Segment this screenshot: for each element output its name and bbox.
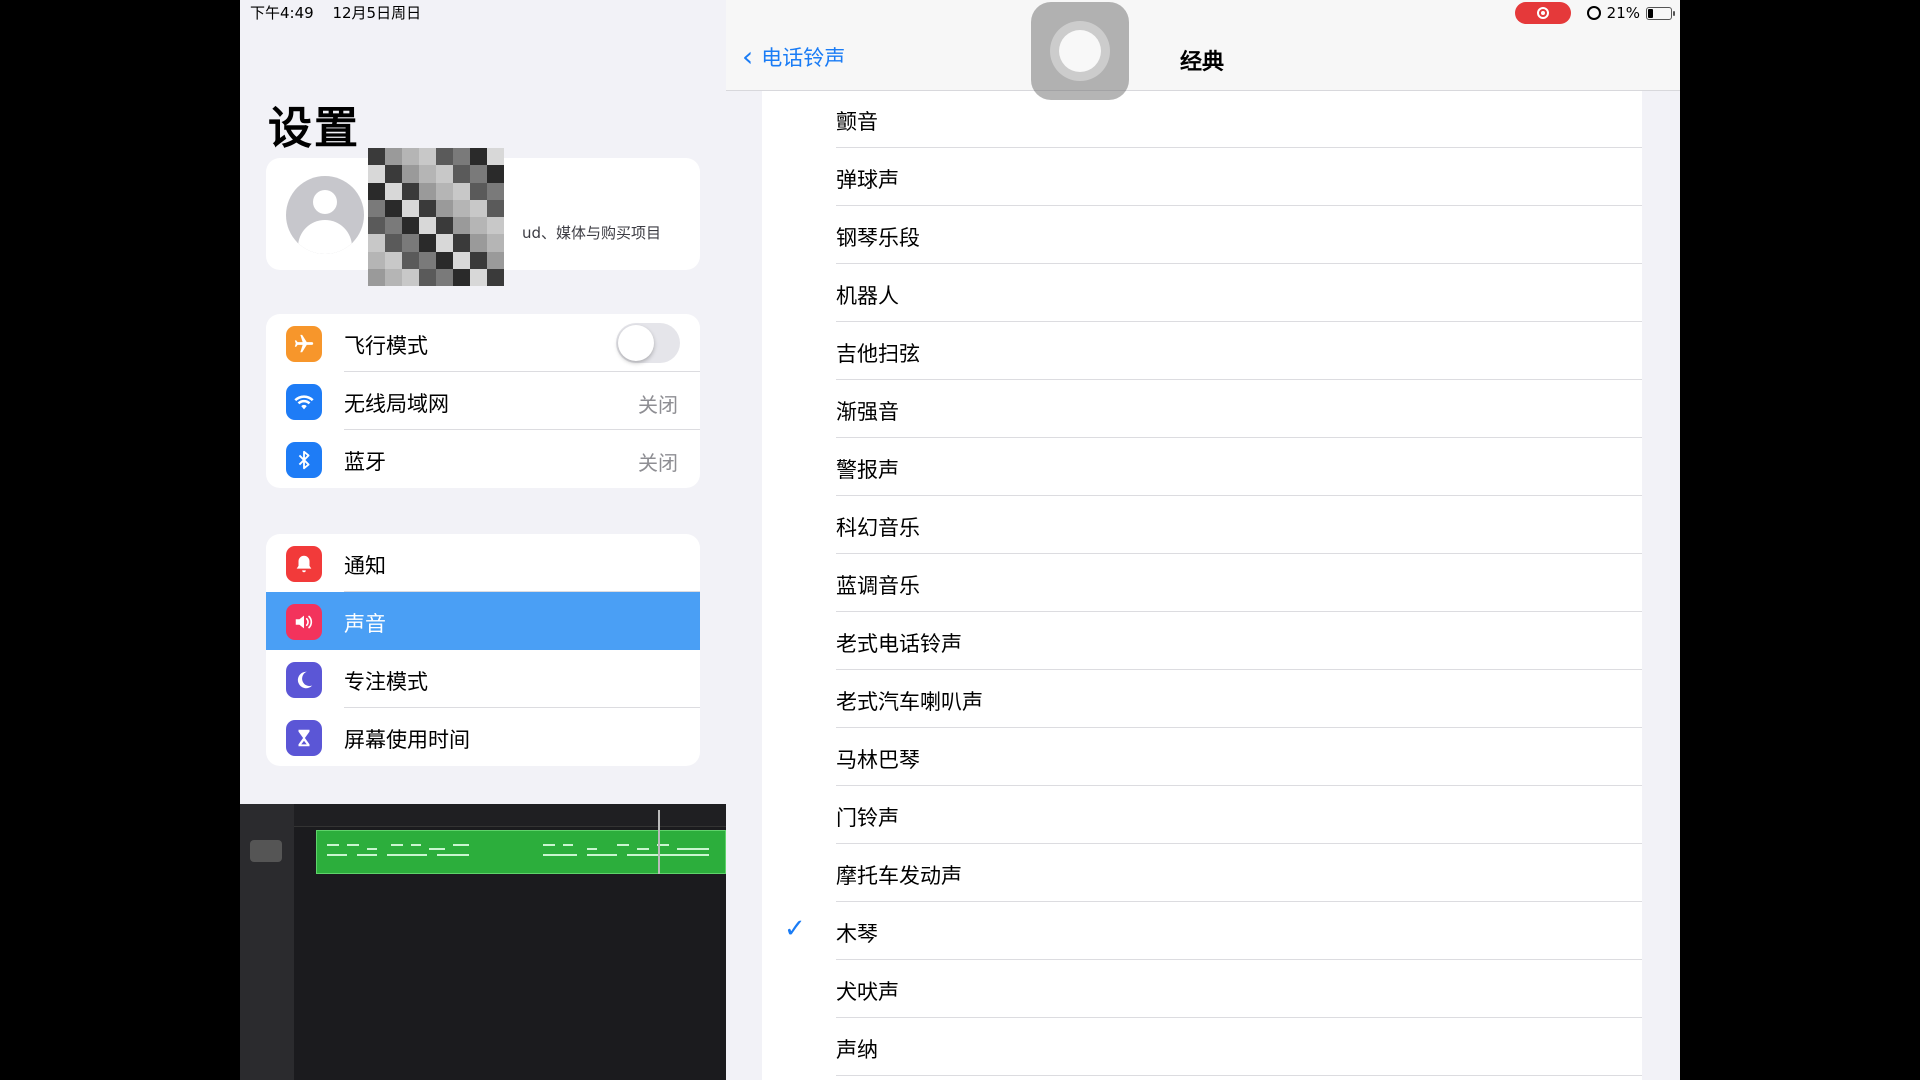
ringtone-label: 颤音 xyxy=(836,110,878,134)
sidebar-item-airplane-mode[interactable]: 飞行模式 xyxy=(266,314,700,372)
screen-recording-indicator[interactable] xyxy=(1514,2,1571,24)
bluetooth-status-value: 关闭 xyxy=(638,451,678,475)
status-date: 12月5日周日 xyxy=(332,4,422,22)
ringtone-label: 老式汽车喇叭声 xyxy=(836,690,983,714)
sidebar-item-sounds[interactable]: 声音 xyxy=(266,592,700,650)
connectivity-group: 飞行模式 无线局域网 关闭 蓝牙 关闭 xyxy=(266,314,700,488)
sidebar-item-label: 通知 xyxy=(344,554,386,578)
avatar xyxy=(286,176,364,254)
ringtone-label: 警报声 xyxy=(836,458,899,482)
battery-icon xyxy=(1646,6,1675,20)
status-time: 下午4:49 xyxy=(250,4,314,22)
navigation-bar: ‹ 电话铃声 经典 21% xyxy=(726,0,1680,91)
ringtone-label: 渐强音 xyxy=(836,400,899,424)
notifications-group: 通知 声音 专注模式 屏幕使用时间 xyxy=(266,534,700,766)
ringtone-label: 声纳 xyxy=(836,1038,878,1062)
track-header xyxy=(240,804,294,1080)
ringtone-label: 机器人 xyxy=(836,284,899,308)
chevron-left-icon: ‹ xyxy=(742,40,754,73)
ringtone-item[interactable]: 门铃声 xyxy=(762,786,1642,844)
ringtone-label: 木琴 xyxy=(836,922,878,946)
ringtone-item[interactable]: 科幻音乐 xyxy=(762,496,1642,554)
ringtone-item[interactable]: 钢琴乐段 xyxy=(762,206,1642,264)
page-title: 设置 xyxy=(268,103,360,154)
airplane-mode-toggle[interactable] xyxy=(616,323,680,363)
ringtone-label: 犬吠声 xyxy=(836,980,899,1004)
ringtone-item[interactable]: 弹球声 xyxy=(762,148,1642,206)
ringtone-item[interactable]: 机器人 xyxy=(762,264,1642,322)
settings-sidebar: 下午4:49 12月5日周日 设置 ud、媒体与购买项目 飞行模式 无线局域网 … xyxy=(240,0,730,1080)
ringtone-label: 马林巴琴 xyxy=(836,748,920,772)
ringtone-label: 门铃声 xyxy=(836,806,899,830)
moon-icon xyxy=(286,662,322,698)
ringtone-list: 颤音弹球声钢琴乐段机器人吉他扫弦渐强音警报声科幻音乐蓝调音乐老式电话铃声 老式汽车… xyxy=(762,90,1642,1080)
ringtone-label: 科幻音乐 xyxy=(836,516,920,540)
bell-icon xyxy=(286,546,322,582)
ringtone-item[interactable]: 蓝调音乐 xyxy=(762,554,1642,612)
ringtone-label: 蓝调音乐 xyxy=(836,574,920,598)
ringtone-label: 老式电话铃声 xyxy=(836,632,962,656)
sidebar-item-label: 声音 xyxy=(344,612,386,636)
airplane-icon xyxy=(286,326,322,362)
bluetooth-icon xyxy=(286,442,322,478)
status-bar-left: 下午4:49 12月5日周日 xyxy=(250,2,435,23)
wifi-status-value: 关闭 xyxy=(638,393,678,417)
ringtone-item[interactable]: 马林巴琴 xyxy=(762,728,1642,786)
record-icon xyxy=(1536,7,1549,19)
sidebar-item-screen-time[interactable]: 屏幕使用时间 xyxy=(266,708,700,766)
garageband-overlay xyxy=(240,804,730,1080)
profile-subtitle: ud、媒体与购买项目 xyxy=(522,224,662,242)
ringtone-item[interactable]: 老式汽车喇叭声 xyxy=(762,670,1642,728)
ringtone-item[interactable]: 犬吠声 xyxy=(762,960,1642,1018)
midi-region[interactable] xyxy=(316,830,726,874)
pixelated-name-mosaic xyxy=(368,148,504,286)
ringtone-detail-pane: 颤音弹球声钢琴乐段机器人吉他扫弦渐强音警报声科幻音乐蓝调音乐老式电话铃声 老式汽车… xyxy=(726,0,1680,1080)
sidebar-item-label: 屏幕使用时间 xyxy=(344,728,470,752)
ringtone-item[interactable]: 警报声 xyxy=(762,438,1642,496)
ipad-screen: 下午4:49 12月5日周日 设置 ud、媒体与购买项目 飞行模式 无线局域网 … xyxy=(240,0,1680,1080)
ringtone-label: 弹球声 xyxy=(836,168,899,192)
sidebar-item-label: 无线局域网 xyxy=(344,392,449,416)
playhead[interactable] xyxy=(658,810,660,874)
ringtone-item[interactable]: ✓ 木琴 xyxy=(762,902,1642,960)
ringtone-label: 摩托车发动声 xyxy=(836,864,962,888)
back-button-label: 电话铃声 xyxy=(761,46,846,70)
ringtone-item[interactable]: 声纳 xyxy=(762,1018,1642,1076)
nav-title: 经典 xyxy=(1180,50,1225,75)
ringtone-item[interactable]: 老式电话铃声 xyxy=(762,612,1642,670)
ringtone-item[interactable]: 颤音 xyxy=(762,90,1642,148)
timeline-ruler[interactable] xyxy=(294,804,730,827)
orientation-lock-icon xyxy=(1586,6,1601,20)
ringtone-item[interactable]: 吉他扫弦 xyxy=(762,322,1642,380)
checkmark-icon: ✓ xyxy=(784,914,806,944)
assistive-touch-button[interactable] xyxy=(1031,2,1129,100)
ringtone-item[interactable]: 摩托车发动声 xyxy=(762,844,1642,902)
sidebar-item-bluetooth[interactable]: 蓝牙 关闭 xyxy=(266,430,700,488)
piano-instrument-icon xyxy=(250,840,282,862)
sidebar-item-label: 专注模式 xyxy=(344,670,428,694)
status-bar-right: 21% xyxy=(1514,2,1675,24)
ringtone-label: 钢琴乐段 xyxy=(836,226,920,250)
back-button[interactable]: ‹ 电话铃声 xyxy=(742,42,845,72)
sidebar-item-label: 飞行模式 xyxy=(344,334,428,358)
sidebar-item-label: 蓝牙 xyxy=(344,450,386,474)
speaker-icon xyxy=(286,604,322,640)
sidebar-item-focus[interactable]: 专注模式 xyxy=(266,650,700,708)
battery-percent: 21% xyxy=(1606,4,1640,22)
ringtone-label: 吉他扫弦 xyxy=(836,342,920,366)
sidebar-item-wifi[interactable]: 无线局域网 关闭 xyxy=(266,372,700,430)
wifi-icon xyxy=(286,384,322,420)
hourglass-icon xyxy=(286,720,322,756)
sidebar-item-notifications[interactable]: 通知 xyxy=(266,534,700,592)
ringtone-item[interactable]: 渐强音 xyxy=(762,380,1642,438)
